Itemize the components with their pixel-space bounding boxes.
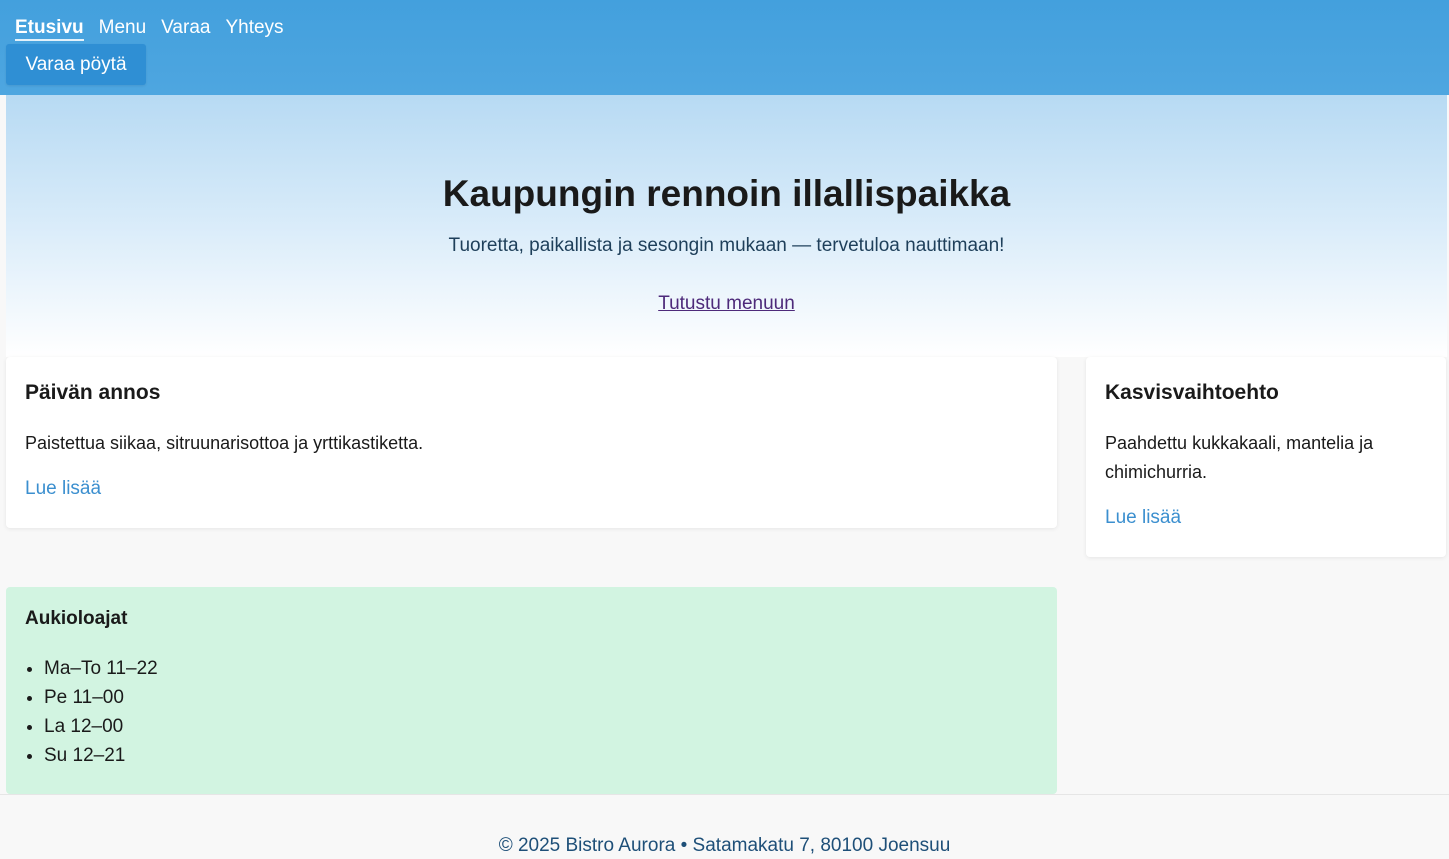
vegetarian-card: Kasvisvaihtoehto Paahdettu kukkakaali, m… xyxy=(1086,357,1446,557)
hero-subtitle: Tuoretta, paikallista ja sesongin mukaan… xyxy=(448,235,1005,256)
hours-item: La 12–00 xyxy=(44,712,1038,741)
hero-section: Kaupungin rennoin illallispaikka Tuorett… xyxy=(6,95,1447,357)
card-title: Kasvisvaihtoehto xyxy=(1105,381,1279,404)
book-table-button[interactable]: Varaa pöytä xyxy=(6,44,146,85)
hours-item: Ma–To 11–22 xyxy=(44,654,1038,683)
explore-menu-link[interactable]: Tutustu menuun xyxy=(6,293,1447,315)
hours-item: Pe 11–00 xyxy=(44,683,1038,712)
footer-divider xyxy=(0,794,1449,795)
hours-item: Su 12–21 xyxy=(44,741,1038,770)
card-title: Päivän annos xyxy=(25,381,161,404)
nav-link-menu[interactable]: Menu xyxy=(99,17,147,41)
footer-text: © 2025 Bistro Aurora • Satamakatu 7, 801… xyxy=(498,835,951,856)
card-text: Paahdettu kukkakaali, mantelia ja chimic… xyxy=(1105,433,1374,482)
read-more-link[interactable]: Lue lisää xyxy=(1105,507,1181,529)
top-navbar: Etusivu Menu Varaa Yhteys Varaa pöytä xyxy=(0,0,1449,95)
nav-link-varaa[interactable]: Varaa xyxy=(161,17,210,41)
main-nav: Etusivu Menu Varaa Yhteys xyxy=(15,17,299,41)
opening-hours-panel: Aukioloajat Ma–To 11–22 Pe 11–00 La 12–0… xyxy=(6,587,1057,794)
hours-list: Ma–To 11–22 Pe 11–00 La 12–00 Su 12–21 xyxy=(25,654,1038,770)
card-text: Paistettua siikaa, sitruunarisottoa ja y… xyxy=(25,433,424,453)
nav-link-yhteys[interactable]: Yhteys xyxy=(225,17,283,41)
hero-title: Kaupungin rennoin illallispaikka xyxy=(442,173,1011,214)
read-more-link[interactable]: Lue lisää xyxy=(25,478,101,500)
hours-title: Aukioloajat xyxy=(25,608,128,629)
dish-of-day-card: Päivän annos Paistettua siikaa, sitruuna… xyxy=(6,357,1057,528)
nav-link-etusivu[interactable]: Etusivu xyxy=(15,17,84,41)
